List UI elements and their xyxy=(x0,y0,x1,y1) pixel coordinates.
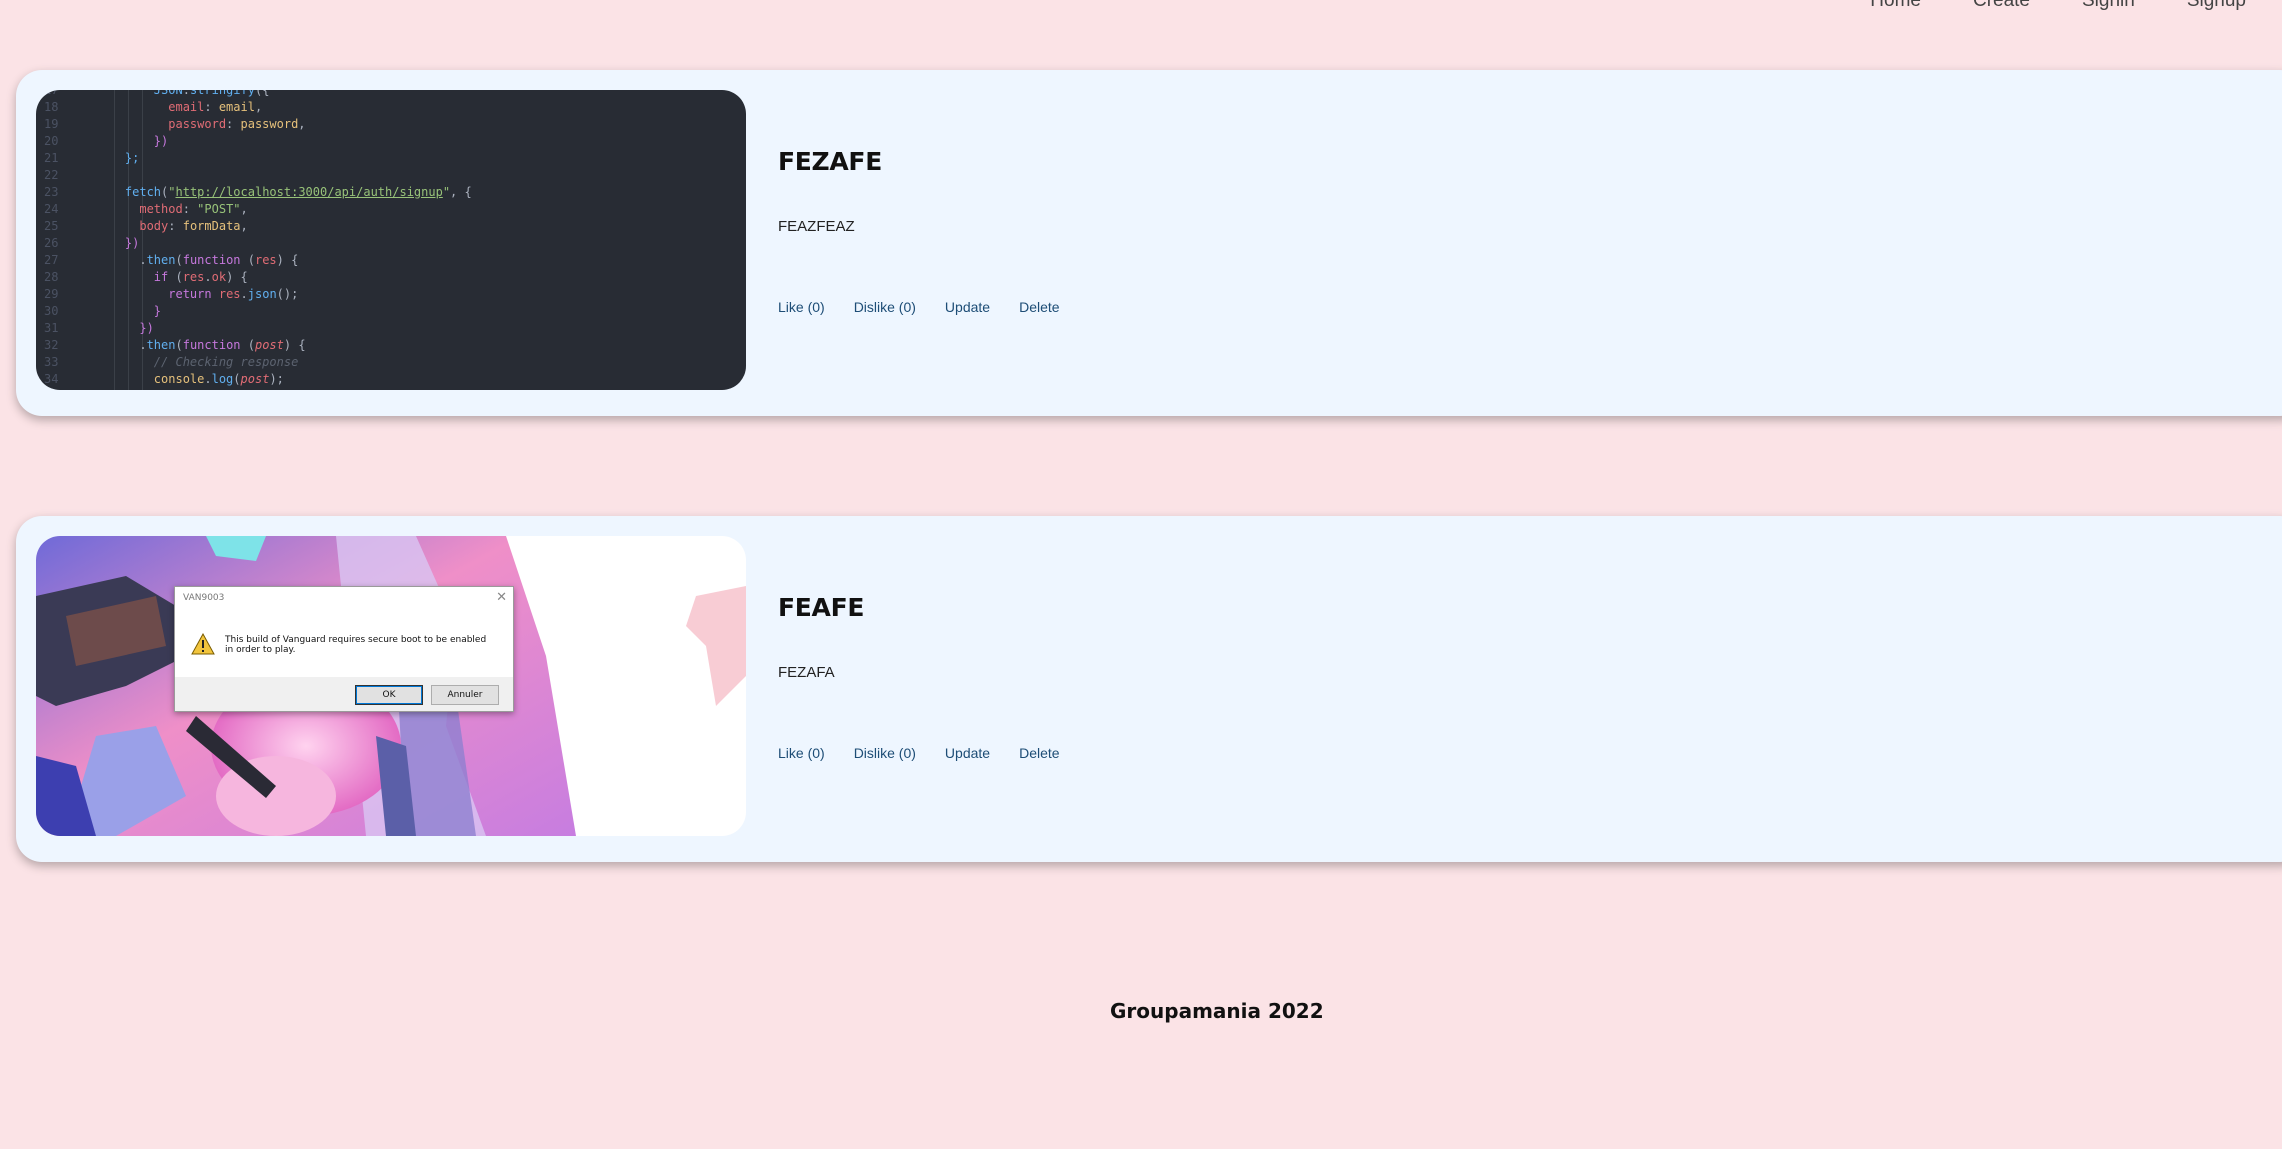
dialog-body: This build of Vanguard requires secure b… xyxy=(175,609,513,677)
like-button[interactable]: Like (0) xyxy=(778,745,825,761)
code-snippet: 17 JSON.stringify({ 18 email: email, 19 … xyxy=(44,90,472,386)
post-image: 17 JSON.stringify({ 18 email: email, 19 … xyxy=(36,90,746,390)
post-card: 17 JSON.stringify({ 18 email: email, 19 … xyxy=(16,70,2282,416)
dialog-title: VAN9003 xyxy=(183,593,225,603)
update-button[interactable]: Update xyxy=(945,299,990,315)
post-actions: Like (0) Dislike (0) Update Delete xyxy=(778,745,1089,761)
update-button[interactable]: Update xyxy=(945,745,990,761)
dialog-titlebar: VAN9003 ✕ xyxy=(175,587,513,609)
close-icon[interactable]: ✕ xyxy=(496,587,507,609)
post-actions: Like (0) Dislike (0) Update Delete xyxy=(778,299,1089,315)
nav-signup-link[interactable]: Signup xyxy=(2161,0,2282,16)
nav-signin-link[interactable]: Signin xyxy=(2056,0,2161,16)
cancel-button[interactable]: Annuler xyxy=(431,685,499,705)
nav-home-link[interactable]: Home xyxy=(1844,0,1947,16)
post-card: VAN9003 ✕ This build of Vanguard require… xyxy=(16,516,2282,862)
dialog-message: This build of Vanguard requires secure b… xyxy=(225,635,487,655)
post-title: FEAFE xyxy=(778,593,865,622)
footer-text: Groupamania 2022 xyxy=(1110,999,1324,1023)
post-body: FEAZFEAZ xyxy=(778,218,855,235)
post-title: FEZAFE xyxy=(778,147,882,176)
post-image: VAN9003 ✕ This build of Vanguard require… xyxy=(36,536,746,836)
top-nav: Home Create Signin Signup xyxy=(1844,0,2282,16)
post-body: FEZAFA xyxy=(778,664,835,681)
dislike-button[interactable]: Dislike (0) xyxy=(854,299,916,315)
dislike-button[interactable]: Dislike (0) xyxy=(854,745,916,761)
like-button[interactable]: Like (0) xyxy=(778,299,825,315)
delete-button[interactable]: Delete xyxy=(1019,299,1059,315)
delete-button[interactable]: Delete xyxy=(1019,745,1059,761)
nav-create-link[interactable]: Create xyxy=(1947,0,2056,16)
warning-icon xyxy=(191,633,215,655)
ok-button[interactable]: OK xyxy=(355,685,423,705)
error-dialog: VAN9003 ✕ This build of Vanguard require… xyxy=(174,586,514,712)
